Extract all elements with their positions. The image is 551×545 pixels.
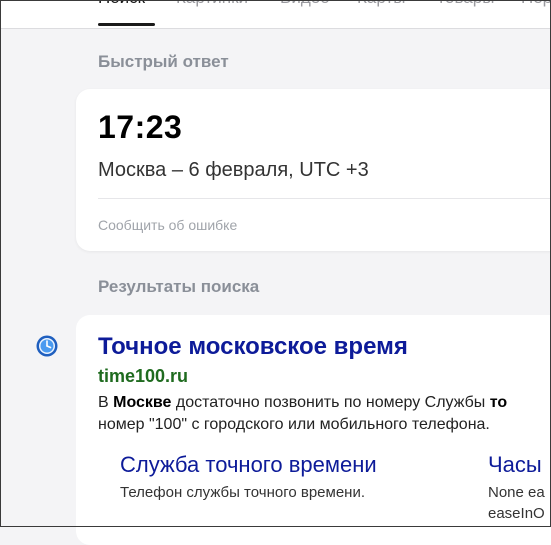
tab-search[interactable]: Поиск: [98, 0, 145, 8]
tab-more[interactable]: Пер: [521, 0, 551, 8]
time-location: Москва – 6 февраля, UTC +3: [98, 159, 369, 181]
tab-video[interactable]: Видео: [280, 0, 330, 8]
current-time: 17:23: [98, 109, 183, 145]
sitelink-title[interactable]: Служба точного времени: [120, 452, 377, 478]
search-result: Точное московское время time100.ru В Мос…: [76, 315, 551, 545]
card-divider: [98, 198, 551, 199]
quick-answer-heading: Быстрый ответ: [98, 52, 229, 71]
result-title-link[interactable]: Точное московское время: [98, 333, 408, 361]
sitelink-description: None ea easeInO: [488, 484, 545, 522]
search-tabs: Поиск Картинки Видео Карты Товары Пер: [0, 0, 551, 29]
clock-icon: [36, 335, 58, 357]
sitelink-title[interactable]: Часы: [488, 452, 542, 478]
quick-answer-card: 17:23 Москва – 6 февраля, UTC +3 Сообщит…: [76, 89, 551, 251]
result-snippet: В Москве достаточно позвонить по номеру …: [98, 392, 507, 436]
tab-images[interactable]: Картинки: [176, 0, 248, 8]
tab-products[interactable]: Товары: [436, 0, 494, 8]
search-results-heading: Результаты поиска: [98, 277, 260, 296]
report-error-link[interactable]: Сообщить об ошибке: [98, 217, 237, 233]
tab-maps[interactable]: Карты: [357, 0, 405, 8]
snippet-line-2: номер "100" с городского или мобильного …: [98, 416, 490, 433]
active-tab-indicator: [98, 23, 155, 26]
snippet-line-1: В Москве достаточно позвонить по номеру …: [98, 394, 508, 411]
sitelink-description: Телефон службы точного времени.: [120, 484, 366, 501]
result-url[interactable]: time100.ru: [98, 366, 188, 387]
